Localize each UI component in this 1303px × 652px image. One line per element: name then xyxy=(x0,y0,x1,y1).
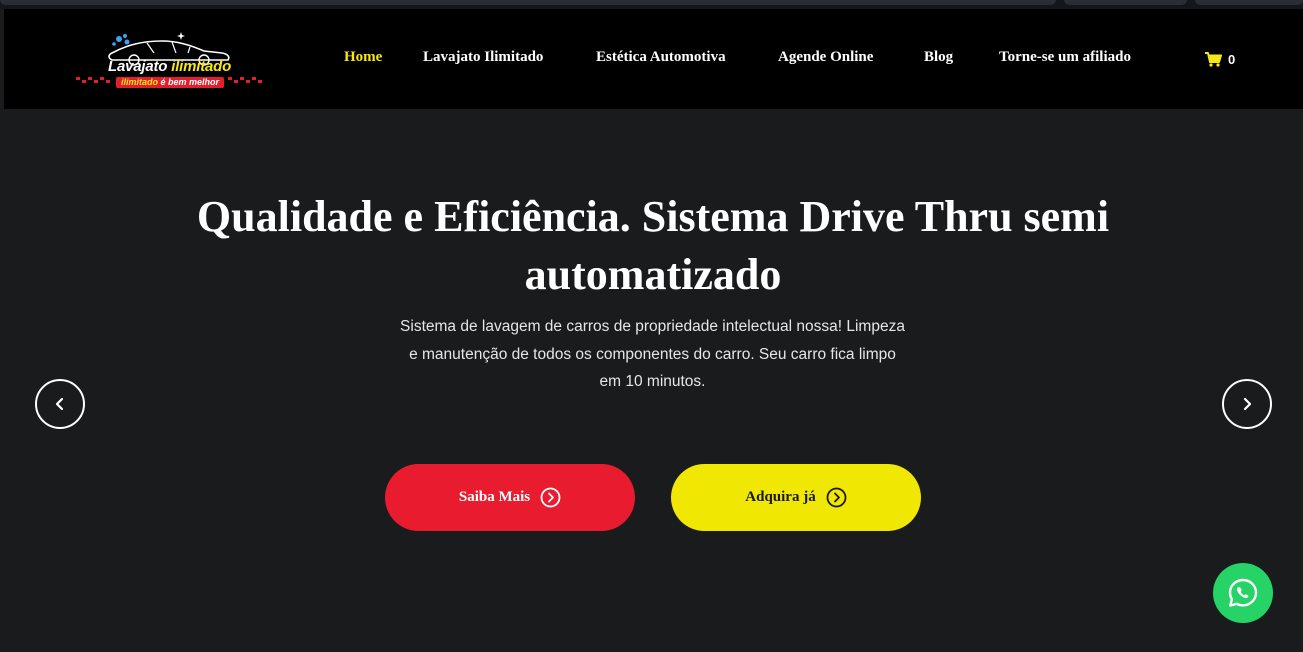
hero-subtitle: Sistema de lavagem de carros de propried… xyxy=(400,318,905,390)
page: Lavajato ilimitado ilimitado é bem melho… xyxy=(0,0,1303,652)
saiba-mais-label: Saiba Mais xyxy=(458,489,531,505)
cart-button[interactable]: 0 xyxy=(1205,50,1235,68)
nav-item-lavajato-ilimitado[interactable]: Lavajato Ilimitado xyxy=(423,49,543,66)
slider-prev-button[interactable] xyxy=(35,379,85,429)
site-header: Lavajato ilimitado ilimitado é bem melho… xyxy=(4,9,1303,109)
tab-segment xyxy=(1195,0,1303,5)
arrow-circle-right-icon xyxy=(540,487,561,508)
adquira-ja-button[interactable]: Adquira já xyxy=(671,464,921,531)
whatsapp-chat-button[interactable] xyxy=(1213,563,1273,623)
nav-item-afiliado[interactable]: Torne-se um afiliado xyxy=(999,49,1131,66)
tab-segment xyxy=(0,0,1056,5)
nav-item-blog[interactable]: Blog xyxy=(924,49,953,66)
main-nav: Home Lavajato Ilimitado Estética Automot… xyxy=(4,49,1303,69)
cart-count: 0 xyxy=(1228,51,1236,67)
logo-tagline: ilimitado é bem melhor xyxy=(116,77,225,88)
chevron-left-icon xyxy=(55,397,64,411)
saiba-mais-button[interactable]: Saiba Mais xyxy=(385,464,635,531)
hero-title: Qualidade e Eficiência. Sistema Drive Th… xyxy=(196,192,1110,299)
tab-segment xyxy=(1064,0,1187,5)
adquira-ja-label: Adquira já xyxy=(745,489,816,505)
nav-item-agende-online[interactable]: Agende Online xyxy=(778,49,873,66)
nav-item-home[interactable]: Home xyxy=(344,49,382,66)
nav-item-estetica-automotiva[interactable]: Estética Automotiva xyxy=(596,49,726,66)
arrow-circle-right-icon xyxy=(826,487,847,508)
logo-tagline-rest: é bem melhor xyxy=(160,77,220,87)
whatsapp-icon xyxy=(1228,578,1258,607)
logo-tagline-accent: ilimitado xyxy=(121,77,159,87)
chevron-right-icon xyxy=(1243,397,1252,411)
browser-tab-strip xyxy=(0,0,1303,9)
slider-next-button[interactable] xyxy=(1222,379,1272,429)
shopping-cart-icon xyxy=(1205,51,1222,67)
